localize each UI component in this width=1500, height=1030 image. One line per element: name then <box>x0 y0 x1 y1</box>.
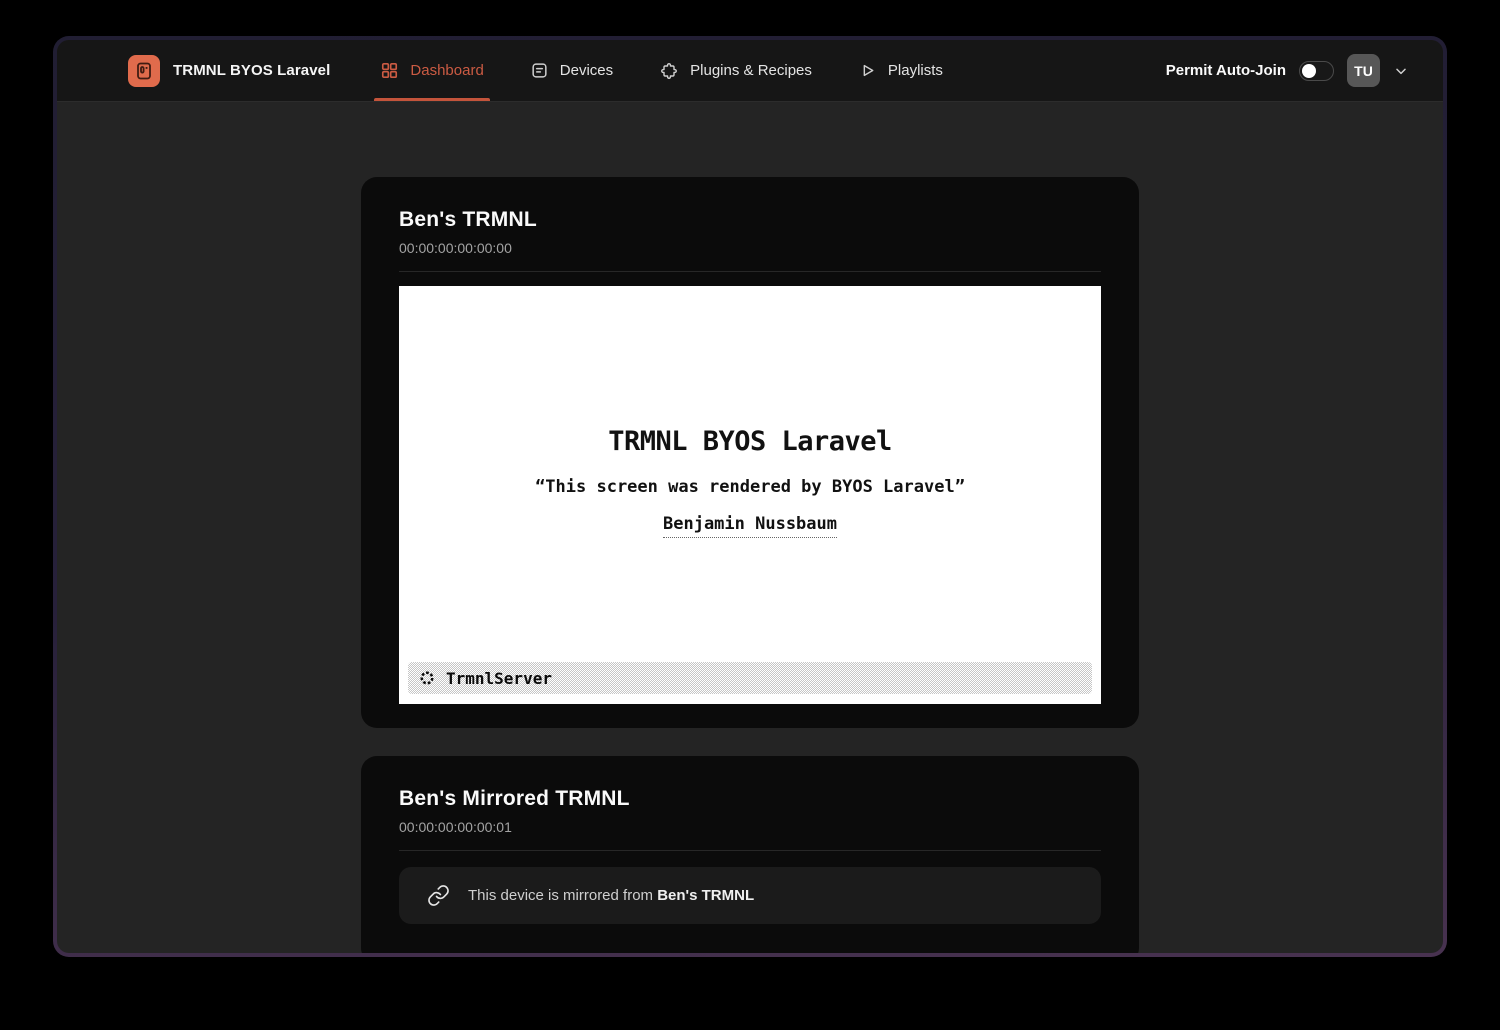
mirror-notice: This device is mirrored from Ben's TRMNL <box>399 867 1101 924</box>
mirror-notice-text: This device is mirrored from Ben's TRMNL <box>468 887 754 904</box>
nav-tabs: Dashboard Devices <box>380 40 943 101</box>
mirror-notice-prefix: This device is mirrored from <box>468 887 657 904</box>
app-window-frame: TRMNL BYOS Laravel Dashboard <box>53 36 1447 957</box>
app-window: TRMNL BYOS Laravel Dashboard <box>57 40 1443 953</box>
status-bar-label: TrmnlServer <box>446 669 552 688</box>
divider <box>399 850 1101 851</box>
play-icon <box>858 61 877 80</box>
toggle-knob <box>1302 64 1316 78</box>
device-name: Ben's Mirrored TRMNL <box>399 786 1101 812</box>
tab-plugins-recipes[interactable]: Plugins & Recipes <box>659 40 812 101</box>
brand[interactable]: TRMNL BYOS Laravel <box>128 55 330 87</box>
tab-label: Devices <box>560 62 613 79</box>
device-mac-address: 00:00:00:00:00:01 <box>399 819 1101 835</box>
brand-title: TRMNL BYOS Laravel <box>173 62 330 79</box>
link-icon <box>427 884 450 907</box>
dashboard-content: Ben's TRMNL 00:00:00:00:00:00 TRMNL BYOS… <box>57 102 1443 953</box>
tab-dashboard[interactable]: Dashboard <box>380 40 483 101</box>
puzzle-icon <box>659 61 679 81</box>
device-card-bens-trmnl: Ben's TRMNL 00:00:00:00:00:00 TRMNL BYOS… <box>361 177 1139 728</box>
device-card-bens-mirrored-trmnl: Ben's Mirrored TRMNL 00:00:00:00:00:01 T… <box>361 756 1139 953</box>
device-name: Ben's TRMNL <box>399 207 1101 233</box>
user-avatar[interactable]: TU <box>1347 54 1380 87</box>
top-navbar: TRMNL BYOS Laravel Dashboard <box>57 40 1443 102</box>
eink-screen-preview: TRMNL BYOS Laravel “This screen was rend… <box>399 286 1101 704</box>
screen-status-bar: TrmnlServer <box>408 662 1092 694</box>
permit-auto-join-toggle[interactable] <box>1299 61 1334 81</box>
navbar-right: Permit Auto-Join TU <box>1166 54 1409 87</box>
screen-title: TRMNL BYOS Laravel <box>399 286 1101 457</box>
divider <box>399 271 1101 272</box>
trmnl-device-icon <box>132 59 156 83</box>
tab-label: Dashboard <box>410 62 483 79</box>
screen-quote: “This screen was rendered by BYOS Larave… <box>399 477 1101 497</box>
tab-playlists[interactable]: Playlists <box>858 40 943 101</box>
device-mac-address: 00:00:00:00:00:00 <box>399 240 1101 256</box>
chevron-down-icon[interactable] <box>1393 63 1409 79</box>
mirror-source-device: Ben's TRMNL <box>657 887 754 904</box>
device-list-icon <box>530 61 549 80</box>
screen-author-row: Benjamin Nussbaum <box>399 514 1101 538</box>
permit-auto-join-label: Permit Auto-Join <box>1166 62 1286 79</box>
tab-label: Plugins & Recipes <box>690 62 812 79</box>
author-link[interactable]: Benjamin Nussbaum <box>663 514 837 538</box>
grid-icon <box>380 61 399 80</box>
spinner-icon <box>418 669 436 687</box>
trmnl-logo <box>128 55 160 87</box>
tab-devices[interactable]: Devices <box>530 40 613 101</box>
tab-label: Playlists <box>888 62 943 79</box>
